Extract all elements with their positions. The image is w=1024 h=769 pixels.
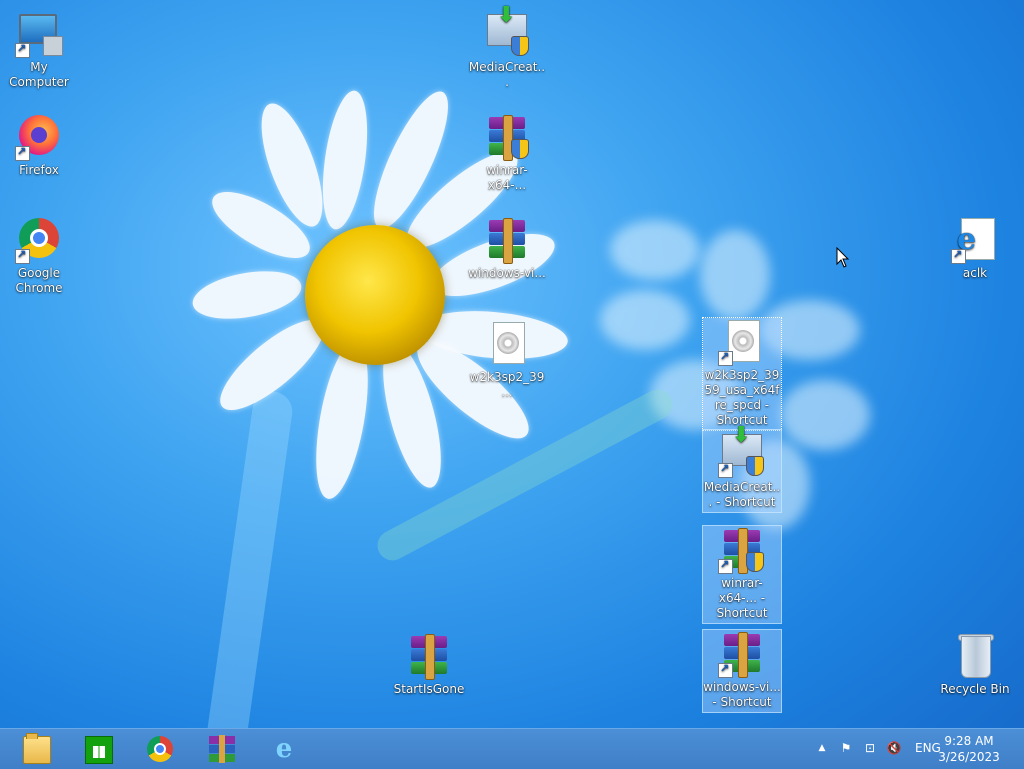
- my-computer-icon[interactable]: My Computer: [0, 10, 78, 90]
- internet-explorer-icon: e: [275, 734, 293, 764]
- w2k3sp2-shortcut-icon[interactable]: w2k3sp2_3959_usa_x64fre_spcd - Shortcut: [702, 317, 782, 431]
- network-icon[interactable]: ⊡: [862, 740, 878, 756]
- mediacreation-shortcut-icon[interactable]: ⬇ MediaCreat... - Shortcut: [702, 425, 782, 513]
- icon-label: w2k3sp2_39...: [469, 370, 545, 399]
- icon-label: windows-vi... - Shortcut: [703, 680, 781, 709]
- icon-label: MediaCreat... - Shortcut: [703, 480, 781, 509]
- recycle-bin-icon[interactable]: Recycle Bin: [936, 632, 1014, 697]
- file-explorer-icon: [23, 733, 51, 764]
- winrar-icon: [209, 735, 235, 763]
- clock-time: 9:28 AM: [944, 734, 994, 748]
- action-center-flag-icon[interactable]: ⚑: [838, 740, 854, 756]
- firefox-icon[interactable]: Firefox: [0, 113, 78, 178]
- icon-label: Recycle Bin: [940, 682, 1010, 696]
- store-icon: [85, 736, 113, 764]
- aclk-icon[interactable]: e aclk: [936, 216, 1014, 281]
- icon-label: w2k3sp2_3959_usa_x64fre_spcd - Shortcut: [704, 368, 780, 427]
- show-hidden-icons-chevron-icon[interactable]: ▲: [814, 740, 830, 756]
- w2k3sp2-icon[interactable]: w2k3sp2_39...: [468, 320, 546, 400]
- taskbar: e ▲ ⚑ ⊡ 🔇 ENG 9:28 AM 3/26/2023: [0, 728, 1024, 769]
- taskbar-internet-explorer-button[interactable]: e: [258, 731, 308, 767]
- icon-label: Google Chrome: [15, 266, 63, 295]
- taskbar-file-explorer-button[interactable]: [10, 731, 60, 767]
- icon-label: aclk: [962, 266, 988, 280]
- icon-label: winrar-x64-... - Shortcut: [716, 576, 768, 620]
- chrome-icon: [147, 736, 173, 762]
- taskbar-store-button[interactable]: [72, 731, 122, 767]
- icon-label: My Computer: [9, 60, 69, 89]
- taskbar-chrome-button[interactable]: [134, 731, 184, 767]
- winrar-shortcut-icon[interactable]: winrar-x64-... - Shortcut: [702, 525, 782, 624]
- windows-vi-shortcut-icon[interactable]: windows-vi... - Shortcut: [702, 629, 782, 713]
- icon-label: MediaCreat...: [468, 60, 546, 89]
- windows-vi-icon[interactable]: windows-vi...: [468, 216, 546, 281]
- google-chrome-icon[interactable]: Google Chrome: [0, 216, 78, 296]
- clock-date: 3/26/2023: [938, 750, 1000, 764]
- winrar-x64-icon[interactable]: winrar-x64-...: [468, 113, 546, 193]
- mediacreation-icon[interactable]: ⬇ MediaCreat...: [468, 5, 546, 90]
- icon-label: StartIsGone: [393, 682, 465, 696]
- clock[interactable]: 9:28 AM 3/26/2023: [934, 733, 1004, 765]
- startisgone-icon[interactable]: StartIsGone: [390, 632, 468, 697]
- icon-label: winrar-x64-...: [486, 163, 528, 192]
- icon-label: windows-vi...: [468, 266, 546, 280]
- volume-muted-icon[interactable]: 🔇: [886, 740, 902, 756]
- taskbar-winrar-button[interactable]: [196, 731, 246, 767]
- mouse-cursor-icon: [836, 247, 850, 268]
- icon-label: Firefox: [19, 163, 59, 177]
